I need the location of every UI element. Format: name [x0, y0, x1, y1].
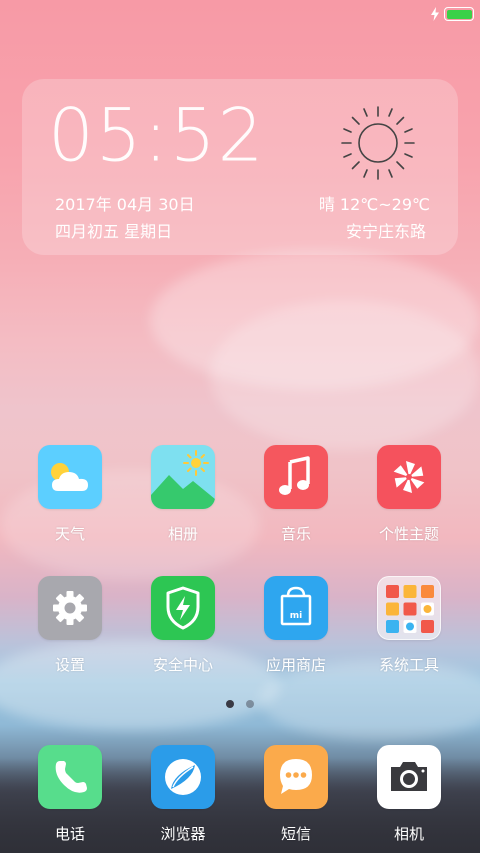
browser-icon [151, 745, 215, 809]
settings-icon [38, 576, 102, 640]
dock-camera[interactable]: 相机 [359, 745, 459, 844]
security-icon [151, 576, 215, 640]
page-dot[interactable] [246, 700, 254, 708]
app-label: 设置 [54, 656, 85, 674]
music-icon [264, 445, 328, 509]
app-label: 天气 [54, 525, 85, 543]
app-label: 相机 [393, 825, 424, 843]
background-cloud [210, 300, 480, 450]
app-gallery[interactable]: 相册 [133, 445, 233, 544]
date-text: 2017年 04月 30日 [55, 195, 195, 214]
app-label: 系统工具 [378, 656, 439, 674]
page-indicator [226, 700, 254, 708]
weather-icon [38, 445, 102, 509]
app-security[interactable]: 安全中心 [133, 576, 233, 675]
sunny-weather-icon [341, 106, 415, 180]
app-label: 相册 [167, 525, 198, 543]
dock-browser[interactable]: 浏览器 [133, 745, 233, 844]
phone-icon [38, 745, 102, 809]
app-label: 短信 [280, 825, 311, 843]
app-label: 安全中心 [152, 656, 213, 674]
camera-icon [377, 745, 441, 809]
dock-phone[interactable]: 电话 [20, 745, 120, 844]
gallery-icon [151, 445, 215, 509]
lunar-weekday-text: 四月初五 星期日 [55, 222, 173, 241]
clock-weather-widget[interactable]: 05:52 2017年 04月 30日 四月初五 星期日 晴 12℃~29℃ 安… [22, 79, 458, 255]
app-label: 音乐 [280, 525, 311, 543]
clock-time[interactable]: 05:52 [48, 98, 266, 171]
app-folder-system-tools[interactable]: 系统工具 [359, 576, 459, 675]
svg-text:mi: mi [290, 611, 302, 621]
battery-icon [444, 7, 474, 21]
app-weather[interactable]: 天气 [20, 445, 120, 544]
dock-messages[interactable]: 短信 [246, 745, 346, 844]
app-themes[interactable]: 个性主题 [359, 445, 459, 544]
page-dot-active[interactable] [226, 700, 234, 708]
app-music[interactable]: 音乐 [246, 445, 346, 544]
weather-text: 晴 12℃~29℃ [318, 195, 430, 214]
app-settings[interactable]: 设置 [20, 576, 120, 675]
charging-icon [431, 7, 439, 21]
messages-icon [264, 745, 328, 809]
app-label: 浏览器 [160, 825, 206, 843]
location-text: 安宁庄东路 [345, 222, 426, 241]
status-bar [430, 4, 474, 24]
app-store-icon: mi [264, 576, 328, 640]
app-label: 电话 [54, 825, 85, 843]
battery-fill [446, 9, 472, 19]
themes-icon [377, 445, 441, 509]
app-label: 个性主题 [378, 525, 439, 543]
folder-icon [377, 576, 441, 640]
app-store[interactable]: mi 应用商店 [246, 576, 346, 675]
app-label: 应用商店 [265, 656, 326, 674]
